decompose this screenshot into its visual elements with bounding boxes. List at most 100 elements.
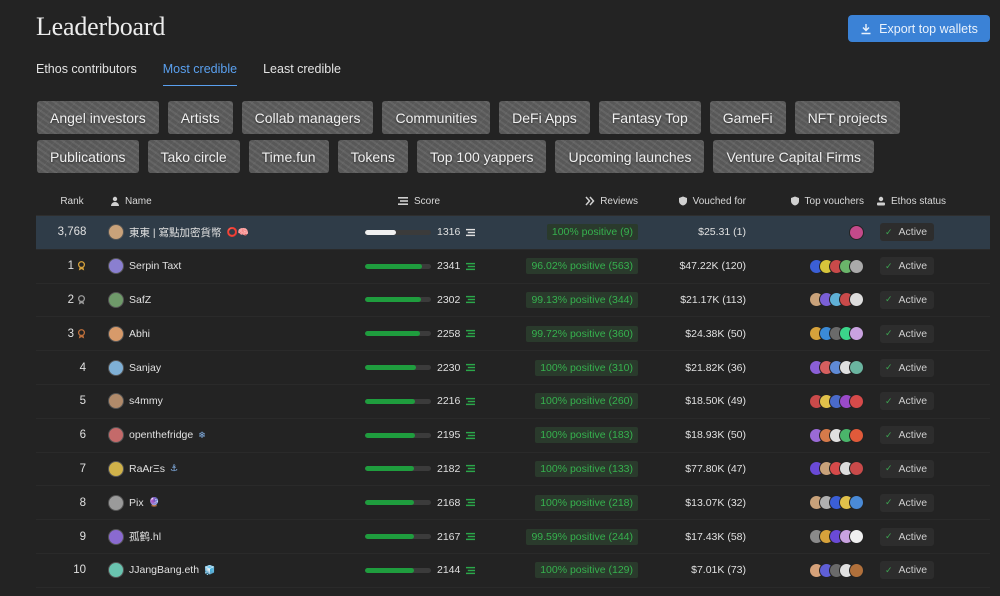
reviews-badge[interactable]: 100% positive (183) xyxy=(535,427,638,444)
vouched-for-cell[interactable]: $13.07K (32) xyxy=(638,497,746,509)
vouched-value[interactable]: $13.07K (32) xyxy=(685,497,746,509)
avatar[interactable] xyxy=(108,325,124,342)
table-row[interactable]: 4 Sanjay 2230 100% positive (310) $21.82… xyxy=(36,351,990,385)
category-chip[interactable]: GameFi xyxy=(710,101,786,134)
user-name[interactable]: JJangBang.eth xyxy=(129,564,199,576)
name-cell[interactable]: JJangBang.eth 🧊 xyxy=(108,562,288,579)
name-cell[interactable]: 孤鹤.hl xyxy=(108,528,288,545)
voucher-avatar[interactable] xyxy=(849,562,864,578)
name-cell[interactable]: s4mmy xyxy=(108,393,288,410)
vouched-for-cell[interactable]: $21.82K (36) xyxy=(638,362,746,374)
user-name[interactable]: Pix xyxy=(129,497,144,509)
table-row[interactable]: 2 SafZ 2302 99.13% positive (344) $21.17… xyxy=(36,284,990,318)
category-chip[interactable]: Publications xyxy=(37,140,139,173)
reviews-cell[interactable]: 100% positive (133) xyxy=(456,460,638,477)
col-name[interactable]: Name xyxy=(108,196,288,207)
name-cell[interactable]: 東東 | 寫點加密貨幣 ⭕🧠 xyxy=(108,224,288,241)
avatar[interactable] xyxy=(108,393,124,410)
voucher-avatar[interactable] xyxy=(849,360,864,376)
tab-most-credible[interactable]: Most credible xyxy=(162,62,238,86)
vouched-for-cell[interactable]: $21.17K (113) xyxy=(638,294,746,306)
reviews-badge[interactable]: 100% positive (133) xyxy=(535,460,638,477)
name-cell[interactable]: Sanjay xyxy=(108,359,288,376)
col-score[interactable]: Score xyxy=(288,196,456,207)
reviews-cell[interactable]: 100% positive (260) xyxy=(456,393,638,410)
category-chip[interactable]: NFT projects xyxy=(795,101,901,134)
name-cell[interactable]: openthefridge ❄ xyxy=(108,427,288,444)
voucher-avatar[interactable] xyxy=(849,224,864,240)
col-vouched-for[interactable]: Vouched for xyxy=(638,196,746,207)
category-chip[interactable]: Artists xyxy=(168,101,233,134)
table-row[interactable]: 7 RaArΞs ⚓ 2182 100% positive (133) $77.… xyxy=(36,453,990,487)
vouched-value[interactable]: $17.43K (58) xyxy=(685,531,746,543)
name-cell[interactable]: Abhi xyxy=(108,325,288,342)
table-row[interactable]: 5 s4mmy 2216 100% positive (260) $18.50K… xyxy=(36,385,990,419)
voucher-avatar[interactable] xyxy=(849,258,864,274)
category-chip[interactable]: Collab managers xyxy=(242,101,374,134)
voucher-avatar[interactable] xyxy=(849,326,864,342)
avatar[interactable] xyxy=(108,494,124,511)
vouched-value[interactable]: $18.50K (49) xyxy=(685,395,746,407)
user-name[interactable]: Abhi xyxy=(129,328,150,340)
voucher-avatar[interactable] xyxy=(849,529,864,545)
user-name[interactable]: 孤鹤.hl xyxy=(129,529,161,544)
reviews-badge[interactable]: 99.13% positive (344) xyxy=(526,291,638,308)
reviews-badge[interactable]: 100% positive (9) xyxy=(546,224,638,241)
avatar[interactable] xyxy=(108,258,124,275)
name-cell[interactable]: RaArΞs ⚓ xyxy=(108,460,288,477)
table-row[interactable]: 3 Abhi 2258 99.72% positive (360) $24.38… xyxy=(36,317,990,352)
vouched-value[interactable]: $25.31 (1) xyxy=(698,226,746,238)
avatar[interactable] xyxy=(108,460,124,477)
category-chip[interactable]: Communities xyxy=(382,101,490,134)
reviews-cell[interactable]: 99.59% positive (244) xyxy=(456,528,638,545)
reviews-badge[interactable]: 100% positive (310) xyxy=(535,359,638,376)
vouched-value[interactable]: $77.80K (47) xyxy=(685,463,746,475)
voucher-avatar[interactable] xyxy=(849,461,864,477)
user-name[interactable]: Serpin Taxt xyxy=(129,260,181,272)
voucher-avatar[interactable] xyxy=(849,495,864,511)
reviews-badge[interactable]: 99.72% positive (360) xyxy=(526,325,638,342)
category-chip[interactable]: Fantasy Top xyxy=(599,101,701,134)
avatar[interactable] xyxy=(108,359,124,376)
category-chip[interactable]: Angel investors xyxy=(37,101,159,134)
vouched-for-cell[interactable]: $7.01K (73) xyxy=(638,564,746,576)
category-chip[interactable]: Upcoming launches xyxy=(555,140,704,173)
reviews-badge[interactable]: 100% positive (218) xyxy=(535,494,638,511)
user-name[interactable]: openthefridge xyxy=(129,429,193,441)
table-row[interactable]: 8 Pix 🔮 2168 100% positive (218) $13.07K… xyxy=(36,486,990,521)
user-name[interactable]: Sanjay xyxy=(129,362,161,374)
voucher-avatar[interactable] xyxy=(849,427,864,443)
col-top-vouchers[interactable]: Top vouchers xyxy=(746,196,864,207)
col-ethos-status[interactable]: Ethos status xyxy=(864,196,990,207)
table-row[interactable]: 10 JJangBang.eth 🧊 2144 100% positive (1… xyxy=(36,554,990,588)
vouched-for-cell[interactable]: $25.31 (1) xyxy=(638,226,746,238)
category-chip[interactable]: Venture Capital Firms xyxy=(713,140,874,173)
col-reviews[interactable]: Reviews xyxy=(456,196,638,207)
category-chip[interactable]: Time.fun xyxy=(249,140,329,173)
vouched-value[interactable]: $21.17K (113) xyxy=(680,294,746,306)
category-chip[interactable]: DeFi Apps xyxy=(499,101,590,134)
vouched-for-cell[interactable]: $47.22K (120) xyxy=(638,260,746,272)
name-cell[interactable]: SafZ xyxy=(108,291,288,308)
user-name[interactable]: 東東 | 寫點加密貨幣 xyxy=(129,225,222,240)
avatar[interactable] xyxy=(108,427,124,444)
reviews-cell[interactable]: 99.72% positive (360) xyxy=(456,325,638,342)
name-cell[interactable]: Serpin Taxt xyxy=(108,258,288,275)
col-rank[interactable]: Rank xyxy=(36,196,108,207)
vouched-for-cell[interactable]: $18.93K (50) xyxy=(638,429,746,441)
category-chip[interactable]: Top 100 yappers xyxy=(417,140,547,173)
reviews-cell[interactable]: 96.02% positive (563) xyxy=(456,258,638,275)
vouched-value[interactable]: $24.38K (50) xyxy=(685,328,746,340)
vouched-value[interactable]: $18.93K (50) xyxy=(685,429,746,441)
reviews-cell[interactable]: 99.13% positive (344) xyxy=(456,291,638,308)
vouched-value[interactable]: $21.82K (36) xyxy=(685,362,746,374)
reviews-badge[interactable]: 100% positive (129) xyxy=(535,562,638,579)
reviews-cell[interactable]: 100% positive (310) xyxy=(456,359,638,376)
vouched-for-cell[interactable]: $18.50K (49) xyxy=(638,395,746,407)
export-top-wallets-button[interactable]: Export top wallets xyxy=(848,15,990,42)
reviews-cell[interactable]: 100% positive (183) xyxy=(456,427,638,444)
vouched-value[interactable]: $7.01K (73) xyxy=(691,564,746,576)
reviews-badge[interactable]: 100% positive (260) xyxy=(535,393,638,410)
voucher-avatar[interactable] xyxy=(849,393,864,409)
category-chip[interactable]: Tako circle xyxy=(148,140,240,173)
